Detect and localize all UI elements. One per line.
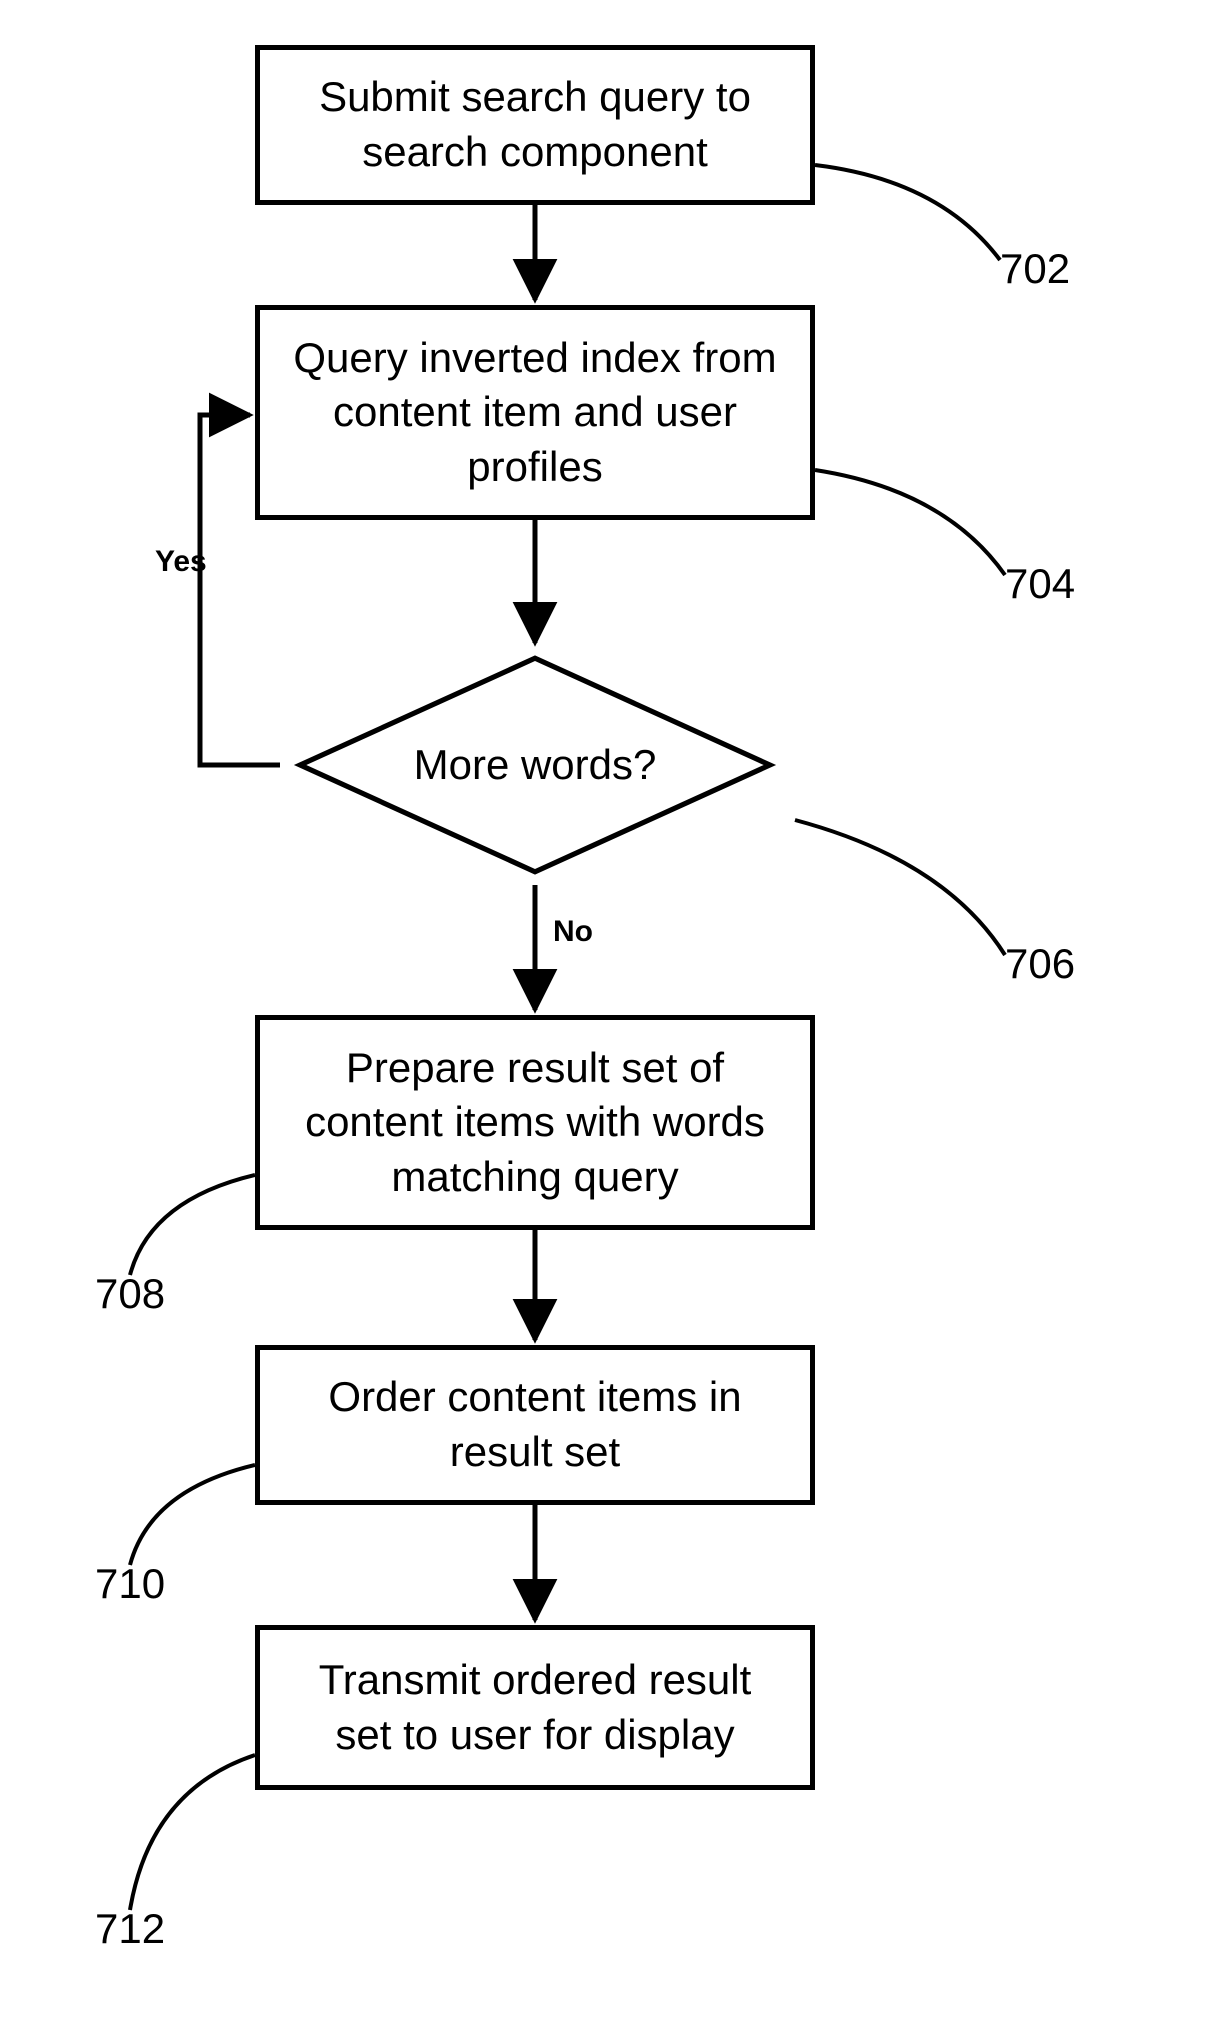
flow-box-708-text: Prepare result set of content items with… <box>290 1041 780 1205</box>
flow-box-704-text: Query inverted index from content item a… <box>290 331 780 495</box>
flow-decision-706: More words? <box>255 645 815 885</box>
ref-706: 706 <box>1005 940 1075 988</box>
flow-box-702-text: Submit search query to search component <box>290 70 780 179</box>
flow-box-704: Query inverted index from content item a… <box>255 305 815 520</box>
ref-704: 704 <box>1005 560 1075 608</box>
flow-box-710-text: Order content items in result set <box>290 1370 780 1479</box>
ref-712: 712 <box>95 1905 165 1953</box>
edge-label-yes: Yes <box>155 545 207 579</box>
ref-710: 710 <box>95 1560 165 1608</box>
flow-box-702: Submit search query to search component <box>255 45 815 205</box>
flow-decision-706-text: More words? <box>414 741 657 789</box>
flow-box-712-text: Transmit ordered result set to user for … <box>290 1653 780 1762</box>
flow-box-712: Transmit ordered result set to user for … <box>255 1625 815 1790</box>
ref-702: 702 <box>1000 245 1070 293</box>
flow-box-708: Prepare result set of content items with… <box>255 1015 815 1230</box>
ref-708: 708 <box>95 1270 165 1318</box>
flow-box-710: Order content items in result set <box>255 1345 815 1505</box>
edge-label-no: No <box>553 915 593 949</box>
